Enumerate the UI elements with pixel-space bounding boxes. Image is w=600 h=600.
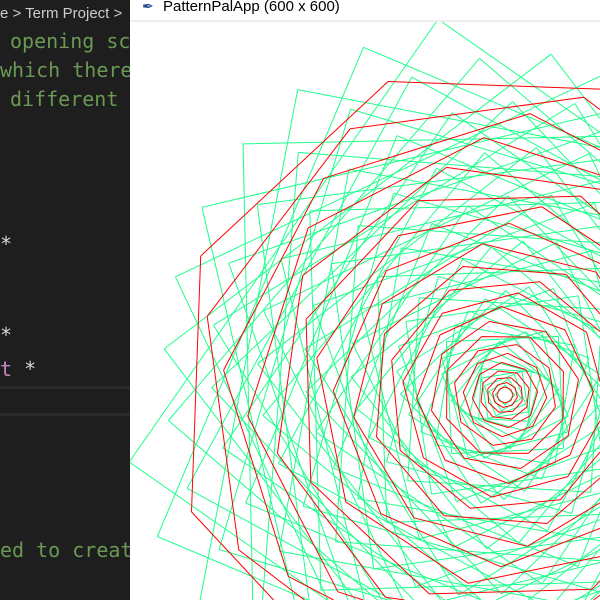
pattern-octagon — [496, 386, 514, 404]
window-title: PatternPalApp (600 x 600) — [163, 0, 340, 15]
code-line: ed to creat — [0, 538, 133, 562]
pattern-square — [400, 290, 600, 500]
feather-icon: ✒ — [142, 0, 154, 14]
breadcrumb[interactable]: e > Term Project > — [0, 0, 130, 28]
pattern-square — [478, 368, 532, 422]
asterisk: * — [24, 357, 37, 381]
pattern-square — [398, 288, 600, 502]
code-line: different — [10, 87, 119, 111]
drawing-canvas[interactable] — [130, 22, 600, 600]
pattern-app-window: ✒ PatternPalApp (600 x 600) — [130, 0, 600, 600]
pattern-square — [494, 384, 516, 406]
code-editor[interactable]: e > Term Project > opening sc which ther… — [0, 0, 133, 600]
code-line: t * — [0, 357, 36, 381]
pattern-square — [407, 297, 600, 493]
divider — [0, 386, 130, 389]
pattern-square — [396, 286, 600, 504]
pattern-square — [483, 373, 527, 417]
pattern-square — [168, 58, 600, 600]
pattern-square — [441, 331, 569, 459]
pattern-square — [420, 310, 590, 480]
pattern-square — [441, 331, 569, 459]
code-line: * — [0, 323, 13, 347]
pattern-octagon — [492, 382, 518, 408]
pattern-octagon — [462, 352, 548, 438]
title-bar[interactable]: ✒ PatternPalApp (600 x 600) — [130, 0, 600, 22]
code-line: opening sc — [10, 29, 131, 53]
keyword: t — [0, 357, 13, 381]
pattern-octagon — [416, 306, 594, 484]
pattern-octagon — [431, 321, 579, 469]
pattern-square — [408, 298, 600, 492]
code-line: * — [0, 232, 13, 256]
divider — [0, 413, 130, 416]
pattern-square — [488, 378, 522, 412]
code-line: which there — [0, 58, 133, 82]
